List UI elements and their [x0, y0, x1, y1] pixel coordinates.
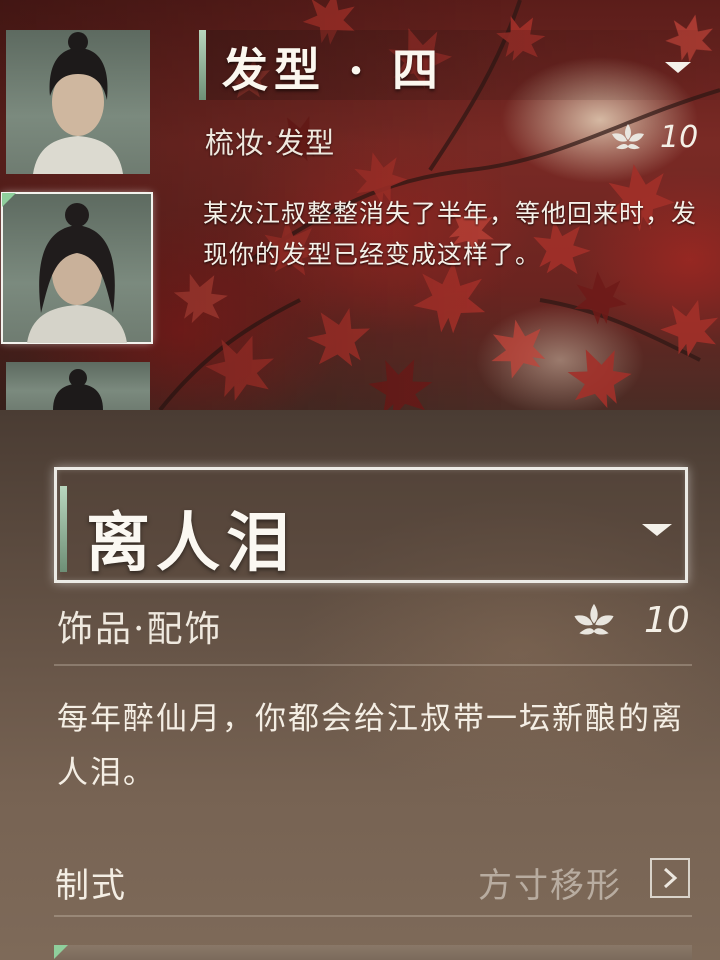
divider	[54, 915, 692, 917]
style-label: 制式	[55, 866, 127, 906]
main-item-description: 每年醉仙月，你都会给江叔带一坛新酿的离人泪。	[57, 701, 684, 791]
top-item-description: 某次江叔整整消失了半年，等他回来时，发现你的发型已经变成这样了。	[203, 199, 698, 269]
card-corner-marker	[54, 945, 68, 959]
top-item-cost: 10	[660, 120, 699, 155]
style-navigate-button[interactable]	[650, 858, 690, 898]
hairstyle-portrait-2[interactable]	[1, 192, 153, 344]
style-value[interactable]: 方寸移形	[478, 858, 622, 907]
hairstyle-portrait-3[interactable]	[6, 362, 150, 410]
lotus-currency-icon	[574, 603, 614, 635]
triangle-down-icon[interactable]	[642, 524, 672, 536]
main-item-cost: 10	[644, 600, 690, 641]
lotus-currency-icon	[612, 124, 644, 150]
triangle-down-icon[interactable]	[665, 62, 691, 73]
title-accent-bar	[199, 30, 206, 100]
top-item-category: 梳妆·发型	[205, 126, 336, 160]
selected-corner-marker	[2, 193, 16, 207]
next-item-card[interactable]	[54, 945, 692, 960]
divider	[54, 664, 692, 666]
main-item-category: 饰品·配饰	[57, 609, 223, 650]
chevron-right-icon	[663, 867, 678, 889]
top-item-title: 发型 · 四	[222, 43, 445, 97]
hairstyle-portrait-1[interactable]	[6, 30, 150, 174]
dropdown-accent-bar	[60, 486, 67, 572]
main-item-title: 离人泪	[86, 506, 296, 581]
